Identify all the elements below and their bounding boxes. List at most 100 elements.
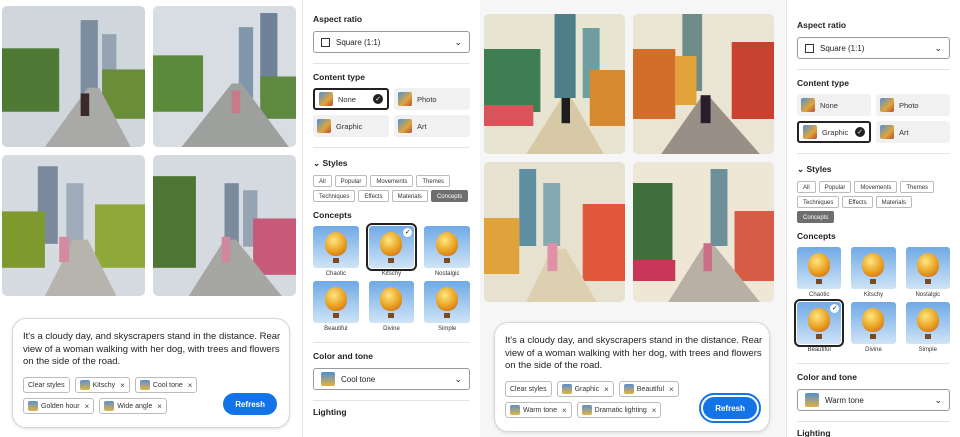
close-icon[interactable]: × (669, 385, 674, 394)
style-chip[interactable]: Beautiful × (618, 381, 679, 397)
style-chip[interactable]: Dramatic lighting × (576, 402, 662, 418)
concept-chaotic[interactable]: Chaotic (797, 247, 842, 298)
content-type-none[interactable]: None ✓ (313, 88, 389, 110)
generated-image[interactable] (2, 155, 145, 296)
balloon-icon (916, 253, 939, 277)
tab-movements[interactable]: Movements (854, 181, 898, 193)
generated-image[interactable] (633, 162, 774, 302)
lighting-heading[interactable]: Lighting (797, 428, 950, 437)
aspect-ratio-select[interactable]: Square (1:1) ⌄ (797, 37, 950, 59)
tab-effects[interactable]: Effects (358, 190, 389, 202)
close-icon[interactable]: × (188, 381, 193, 390)
content-type-graphic[interactable]: Graphic (313, 115, 389, 137)
tab-techniques[interactable]: Techniques (797, 196, 840, 208)
hot-air-balloon-thumbnail (313, 226, 359, 268)
concept-chaotic[interactable]: Chaotic (313, 226, 359, 277)
concept-label: Beautiful (324, 326, 348, 332)
basket-icon (444, 313, 451, 318)
basket-icon (388, 313, 395, 318)
styles-heading[interactable]: ⌄ Styles (797, 164, 950, 175)
concept-simple[interactable]: Simple (905, 302, 950, 353)
tab-techniques[interactable]: Techniques (313, 190, 356, 202)
generated-image[interactable] (2, 6, 145, 147)
tab-concepts[interactable]: Concepts (430, 190, 469, 202)
concept-nostalgic[interactable]: Nostalgic (424, 226, 470, 277)
content-type-art[interactable]: Art (394, 115, 470, 137)
content-type-label: None (338, 94, 356, 104)
generated-image[interactable] (153, 6, 296, 147)
tab-all[interactable]: All (797, 181, 816, 193)
tab-materials[interactable]: Materials (391, 190, 428, 202)
content-type-graphic[interactable]: Graphic ✓ (797, 121, 871, 143)
color-tone-select[interactable]: Cool tone ⌄ (313, 368, 470, 390)
basket-icon (444, 258, 451, 263)
tab-popular[interactable]: Popular (334, 175, 368, 187)
styles-heading[interactable]: ⌄ Styles (313, 158, 470, 169)
content-type-heading: Content type (797, 78, 849, 88)
style-chip[interactable]: Cool tone × (134, 377, 198, 393)
chip-label: Dramatic lighting (594, 406, 647, 414)
content-type-none[interactable]: None (797, 94, 871, 116)
tab-concepts[interactable]: Concepts (797, 211, 835, 223)
tab-movements[interactable]: Movements (370, 175, 414, 187)
close-icon[interactable]: × (120, 381, 125, 390)
close-icon[interactable]: × (652, 406, 657, 415)
prompt-text[interactable]: It's a cloudy day, and skyscrapers stand… (23, 331, 281, 369)
style-chip[interactable]: Wide angle × (99, 398, 167, 414)
style-thumbnail-icon (104, 401, 115, 411)
chip-label: Wide angle (117, 402, 153, 410)
lighting-heading[interactable]: Lighting (313, 407, 470, 417)
tab-effects[interactable]: Effects (842, 196, 873, 208)
content-type-art[interactable]: Art (876, 121, 950, 143)
generated-image[interactable] (484, 162, 625, 302)
hot-air-balloon-thumbnail (905, 302, 950, 344)
concept-label: Simple (437, 326, 457, 332)
image-grid (2, 6, 296, 296)
checkmark-icon: ✓ (855, 127, 865, 137)
style-chip[interactable]: Graphic × (556, 381, 614, 397)
clear-styles-button[interactable]: Clear styles (23, 377, 70, 393)
style-thumbnail-icon (28, 401, 38, 411)
concept-divine[interactable]: Divine (368, 281, 415, 332)
concept-beautiful[interactable]: ✓ Beautiful (793, 299, 845, 353)
content-type-label: Art (417, 121, 427, 131)
tab-themes[interactable]: Themes (416, 175, 451, 187)
concept-simple[interactable]: Simple (424, 281, 470, 332)
content-type-thumbnail (803, 125, 817, 139)
checkmark-icon: ✓ (830, 304, 840, 313)
tab-themes[interactable]: Themes (900, 181, 935, 193)
right-pane: It's a cloudy day, and skyscrapers stand… (480, 0, 960, 437)
tab-all[interactable]: All (313, 175, 332, 187)
concept-kitschy[interactable]: Kitschy (851, 247, 896, 298)
tab-popular[interactable]: Popular (818, 181, 852, 193)
color-tone-value: Warm tone (825, 395, 864, 405)
concept-kitschy[interactable]: ✓ Kitschy (365, 223, 418, 277)
style-chip[interactable]: Golden hour × (23, 398, 95, 414)
chip-label: Beautiful (636, 385, 665, 393)
content-type-label: Graphic (822, 127, 849, 137)
concept-label: Beautiful (807, 347, 831, 353)
aspect-ratio-select[interactable]: Square (1:1) ⌄ (313, 31, 470, 53)
close-icon[interactable]: × (604, 385, 609, 394)
prompt-text[interactable]: It's a cloudy day, and skyscrapers stand… (505, 335, 763, 373)
tab-materials[interactable]: Materials (875, 196, 912, 208)
refresh-button[interactable]: Refresh (223, 393, 277, 415)
close-icon[interactable]: × (85, 402, 90, 411)
generated-image[interactable] (484, 14, 625, 154)
content-type-photo[interactable]: Photo (876, 94, 950, 116)
concept-divine[interactable]: Divine (851, 302, 896, 353)
content-type-options: None Photo Graphic ✓ Art (797, 94, 950, 143)
style-chip[interactable]: Warm tone × (505, 402, 572, 418)
concept-beautiful[interactable]: Beautiful (313, 281, 359, 332)
generated-image[interactable] (633, 14, 774, 154)
concept-nostalgic[interactable]: Nostalgic (905, 247, 950, 298)
color-tone-select[interactable]: Warm tone ⌄ (797, 389, 950, 411)
content-type-photo[interactable]: Photo (394, 88, 470, 110)
concept-grid: Chaotic Kitschy Nostalgic ✓ Beautiful Divine S… (793, 247, 950, 353)
close-icon[interactable]: × (157, 402, 162, 411)
close-icon[interactable]: × (562, 406, 567, 415)
refresh-button[interactable]: Refresh (699, 393, 761, 423)
style-chip[interactable]: Kitschy × (74, 377, 130, 393)
clear-styles-button[interactable]: Clear styles (505, 381, 552, 397)
generated-image[interactable] (153, 155, 296, 296)
